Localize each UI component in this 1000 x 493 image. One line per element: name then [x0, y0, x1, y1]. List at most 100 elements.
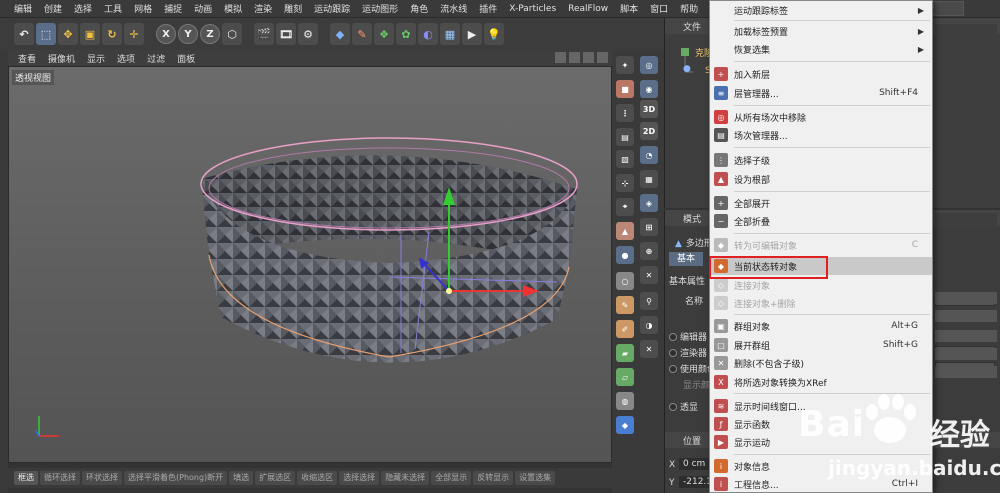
- smooth-icon[interactable]: ▱: [616, 368, 634, 386]
- ring-object[interactable]: [9, 67, 612, 463]
- menu-motion-tracker[interactable]: 运动跟踪: [308, 2, 356, 15]
- tree-item-child-icon[interactable]: ●: [683, 64, 691, 74]
- menu-character[interactable]: 角色: [404, 2, 434, 15]
- deformer-icon[interactable]: ◐: [418, 23, 438, 45]
- pen-icon[interactable]: ✎: [352, 23, 372, 45]
- axis-mode-icon[interactable]: ⊹: [616, 174, 634, 192]
- texture-mode-icon[interactable]: ◉: [640, 80, 658, 98]
- cloner-icon[interactable]: ✿: [396, 23, 416, 45]
- menu-create[interactable]: 创建: [38, 2, 68, 15]
- color-select-extension[interactable]: [935, 366, 997, 378]
- light-icon[interactable]: 💡: [484, 23, 504, 45]
- phong-break-select-button[interactable]: 选择平滑着色(Phong)断开: [124, 471, 228, 485]
- ctx-expand-group[interactable]: ▢ 展开群组 Shift+G: [710, 336, 932, 354]
- perspective-viewport[interactable]: 透视视图: [8, 66, 612, 463]
- z-axis-lock-button[interactable]: Z: [200, 24, 220, 44]
- box-select-button[interactable]: 框选: [14, 471, 38, 485]
- menu-snap[interactable]: 捕捉: [158, 2, 188, 15]
- render-visible-radio[interactable]: [669, 349, 677, 357]
- ctx-layer-manager[interactable]: ≡ 层管理器... Shift+F4: [710, 84, 932, 102]
- x-axis-lock-button[interactable]: X: [156, 24, 176, 44]
- editor-visible-radio[interactable]: [669, 333, 677, 341]
- viewport-menu-display[interactable]: 显示: [81, 52, 111, 65]
- name-field-extension[interactable]: [935, 292, 997, 304]
- menu-mograph[interactable]: 运动图形: [356, 2, 404, 15]
- ctx-restore-selection[interactable]: 恢复选集 ▶: [710, 40, 932, 58]
- cube-icon[interactable]: ◆: [330, 23, 350, 45]
- menu-simulate[interactable]: 模拟: [218, 2, 248, 15]
- uv-icon[interactable]: ◔: [640, 146, 658, 164]
- tweak-mode-icon[interactable]: ▦: [640, 170, 658, 188]
- set-selection-button[interactable]: 设置选集: [515, 471, 556, 485]
- last-tool-icon[interactable]: ✛: [124, 23, 144, 45]
- model-mode-icon[interactable]: ■: [616, 80, 634, 98]
- floor-icon[interactable]: ▦: [440, 23, 460, 45]
- xray-radio[interactable]: [669, 403, 677, 411]
- edges-mode-icon[interactable]: ▤: [616, 128, 634, 146]
- menu-script[interactable]: 脚本: [614, 2, 644, 15]
- live-select-icon[interactable]: ⬚: [36, 23, 56, 45]
- brush-icon[interactable]: ✎: [616, 296, 634, 314]
- menu-plugins[interactable]: 插件: [473, 2, 503, 15]
- shrink-selection-button[interactable]: 收缩选区: [297, 471, 338, 485]
- ctx-delete-without-children[interactable]: ✕ 删除(不包含子级): [710, 354, 932, 372]
- menu-animate[interactable]: 动画: [188, 2, 218, 15]
- select-select-button[interactable]: 选择选择: [339, 471, 380, 485]
- viewport-rotate-icon[interactable]: [583, 52, 594, 63]
- viewport-menu-options[interactable]: 选项: [111, 52, 141, 65]
- view-3d-icon[interactable]: 3D: [640, 100, 658, 118]
- menu-help[interactable]: 帮助: [674, 2, 704, 15]
- menu-pipeline[interactable]: 流水线: [434, 2, 473, 15]
- xray-icon[interactable]: ◑: [640, 316, 658, 334]
- y-axis-lock-button[interactable]: Y: [178, 24, 198, 44]
- viewport-menu-view[interactable]: 查看: [12, 52, 42, 65]
- ctx-expand-all[interactable]: + 全部展开: [710, 194, 932, 212]
- camera-icon[interactable]: ▶: [462, 23, 482, 45]
- grow-selection-button[interactable]: 扩展选区: [255, 471, 296, 485]
- ring-select-button[interactable]: 环状选择: [82, 471, 122, 485]
- solo-icon[interactable]: ●: [616, 246, 634, 264]
- snap-icon[interactable]: ⌖: [616, 198, 634, 216]
- subdivision-icon[interactable]: ❖: [374, 23, 394, 45]
- hide-unselected-button[interactable]: 隐藏未选择: [381, 471, 430, 485]
- undo-icon[interactable]: ↶: [14, 23, 34, 45]
- pin-icon[interactable]: ✦: [616, 56, 634, 74]
- quantize-icon[interactable]: ⊕: [640, 242, 658, 260]
- magnet-icon[interactable]: ◍: [616, 392, 634, 410]
- ctx-motion-tracker-tags[interactable]: 运动跟踪标签 ▶: [710, 1, 932, 19]
- view-2d-icon[interactable]: 2D: [640, 122, 658, 140]
- menu-tools[interactable]: 工具: [98, 2, 128, 15]
- menu-sculpt[interactable]: 雕刻: [278, 2, 308, 15]
- material-icon[interactable]: ◆: [616, 416, 634, 434]
- solo-off-icon[interactable]: ○: [616, 272, 634, 290]
- coord-system-icon[interactable]: ⬡: [222, 23, 242, 45]
- ctx-collapse-all[interactable]: − 全部折叠: [710, 212, 932, 230]
- ctx-connect-delete[interactable]: ◇ 连接对象+删除: [710, 294, 932, 312]
- scale-icon[interactable]: ▣: [80, 23, 100, 45]
- ctx-set-as-root[interactable]: ▲ 设为根部: [710, 170, 932, 188]
- ctx-take-manager[interactable]: ▤ 场次管理器...: [710, 126, 932, 144]
- menu-mesh[interactable]: 网格: [128, 2, 158, 15]
- loop-select-button[interactable]: 循环选择: [40, 471, 80, 485]
- ctx-group-objects[interactable]: ▣ 群组对象 Alt+G: [710, 317, 932, 335]
- menu-select[interactable]: 选择: [68, 2, 98, 15]
- enable-axis-icon[interactable]: ✕: [640, 266, 658, 284]
- use-color-radio[interactable]: [669, 365, 677, 373]
- menu-render[interactable]: 渲染: [248, 2, 278, 15]
- show-all-button[interactable]: 全部显示: [431, 471, 472, 485]
- render-select-extension[interactable]: [935, 348, 997, 360]
- editor-select-extension[interactable]: [935, 330, 997, 342]
- viewport-menu-filter[interactable]: 过滤: [141, 52, 171, 65]
- layer-field[interactable]: [935, 310, 997, 322]
- menu-realflow[interactable]: RealFlow: [562, 4, 614, 14]
- invert-visibility-button[interactable]: 反转显示: [473, 471, 514, 485]
- planar-icon[interactable]: ⊞: [640, 218, 658, 236]
- viewport-menu-panel[interactable]: 面板: [171, 52, 201, 65]
- render-picture-viewer-icon[interactable]: 🎞: [276, 23, 296, 45]
- viewport-menu-camera[interactable]: 摄像机: [42, 52, 81, 65]
- paint-icon[interactable]: ✐: [616, 320, 634, 338]
- lock-icon[interactable]: ✕: [640, 340, 658, 358]
- attribute-mode-menu[interactable]: 模式: [683, 212, 701, 225]
- menu-window[interactable]: 窗口: [644, 2, 674, 15]
- viewport-maximize-icon[interactable]: [597, 52, 608, 63]
